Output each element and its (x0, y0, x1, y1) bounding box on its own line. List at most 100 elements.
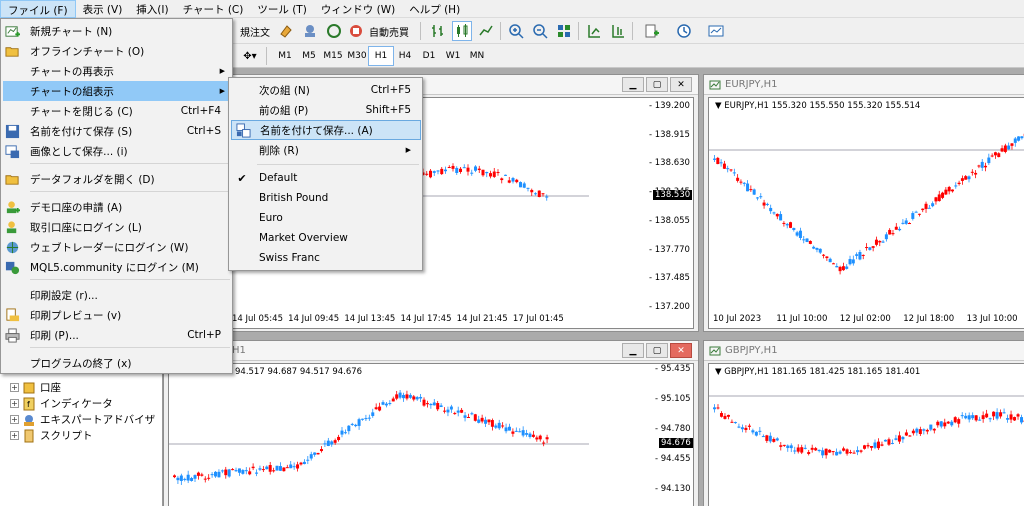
zoom-out-icon[interactable] (530, 21, 550, 41)
menu-item-print-preview[interactable]: 印刷プレビュー (v) (3, 305, 231, 325)
candle-body (723, 415, 727, 419)
ohlc-label: 94.517 94.687 94.517 94.676 (235, 367, 363, 377)
menu-help[interactable]: ヘルプ (H) (402, 0, 467, 18)
menu-item-save-image[interactable]: 画像として保存... (i) (3, 141, 231, 161)
chart-window-3-titlebar[interactable]: H1 ▁ ▢ ✕ (164, 341, 698, 361)
submenu-profile-market-overview[interactable]: Market Overview (231, 228, 421, 248)
candlestick-chart-icon[interactable] (452, 21, 472, 41)
candle-body (861, 254, 865, 256)
candle-body (732, 172, 736, 174)
submenu-profile-british-pound[interactable]: British Pound (231, 188, 421, 208)
menu-item-login-trade[interactable]: 取引口座にログイン (L) (3, 217, 231, 237)
new-order-button[interactable]: 規注文 (238, 21, 272, 41)
price-axis-label: - 95.435 (655, 364, 691, 374)
candle-body (824, 448, 828, 456)
timeframe-w1[interactable]: W1 (440, 46, 466, 66)
candle-body (835, 451, 839, 456)
timeframe-h1[interactable]: H1 (368, 46, 394, 66)
menu-item-offline-chart[interactable]: オフラインチャート (O) (3, 41, 231, 61)
chart-window-3[interactable]: H1 ▁ ▢ ✕ 94.517 94.687 94.517 94.676 - 9… (163, 340, 699, 506)
web-trader-icon (6, 241, 18, 253)
timeframe-mn[interactable]: MN (464, 46, 490, 66)
timeframe-m30[interactable]: M30 (344, 46, 370, 66)
bar-chart-icon[interactable] (428, 21, 448, 41)
nav-scripts[interactable]: + スクリプト (10, 428, 93, 443)
menu-item-exit[interactable]: プログラムの終了 (x) (3, 353, 231, 373)
menu-file[interactable]: ファイル (F) (0, 0, 76, 18)
periods-icon[interactable] (670, 21, 698, 41)
submenu-save-profile-as[interactable]: 名前を付けて保存... (A) (231, 120, 421, 140)
zoom-in-icon[interactable] (506, 21, 526, 41)
candle-body (726, 414, 730, 417)
menu-item-profiles[interactable]: チャートの組表示 ▶ (3, 81, 231, 101)
submenu-profile-default[interactable]: ✔ Default (231, 168, 421, 188)
menu-tools[interactable]: ツール (T) (250, 0, 313, 18)
menu-item-new-chart[interactable]: 新規チャート (N) (3, 21, 231, 41)
close-button[interactable]: ✕ (670, 77, 692, 92)
timeframe-m1[interactable]: M1 (272, 46, 298, 66)
candle-body (395, 394, 399, 399)
candle-body (429, 403, 433, 406)
chart-area-3[interactable]: 94.517 94.687 94.517 94.676 - 95.435 - 95… (168, 363, 694, 506)
indicators-icon[interactable] (638, 21, 666, 41)
candle-body (541, 193, 545, 195)
candle-body (1003, 145, 1007, 152)
submenu-profile-swiss-franc[interactable]: Swiss Franc (231, 248, 421, 268)
login-icon (6, 220, 16, 233)
timeframe-m15[interactable]: M15 (320, 46, 346, 66)
menu-item-print[interactable]: 印刷 (P)... Ctrl+P (3, 325, 231, 345)
chart-window-4-titlebar[interactable]: GBPJPY,H1 (704, 341, 1024, 361)
maximize-button[interactable]: ▢ (646, 343, 668, 358)
auto-trading-icon[interactable] (346, 21, 366, 41)
candle-body (473, 414, 477, 421)
market-icon[interactable] (324, 21, 344, 41)
candle-body (521, 430, 525, 436)
timeframe-h4[interactable]: H4 (392, 46, 418, 66)
chart-window-4[interactable]: GBPJPY,H1 ▼ GBPJPY,H1 181.165 181.425 18… (703, 340, 1024, 506)
menu-item-login-web-trader[interactable]: ウェブトレーダーにログイン (W) (3, 237, 231, 257)
menu-insert[interactable]: 挿入(I) (129, 0, 175, 18)
submenu-delete-profile[interactable]: 削除 (R) ▶ (231, 140, 421, 160)
menu-view[interactable]: 表示 (V) (76, 0, 130, 18)
auto-trading-button[interactable]: 自動売買 (366, 21, 412, 41)
templates-icon[interactable] (702, 21, 730, 41)
candle-body (528, 433, 532, 437)
menu-item-print-setup[interactable]: 印刷設定 (r)... (3, 285, 231, 305)
candle-body (901, 436, 905, 440)
menu-item-save-as[interactable]: 名前を付けて保存 (S) Ctrl+S (3, 121, 231, 141)
chart-area-4[interactable]: ▼ GBPJPY,H1 181.165 181.425 181.165 181.… (708, 363, 1024, 506)
close-button[interactable]: ✕ (670, 343, 692, 358)
menu-item-close-chart[interactable]: チャートを閉じる (C) Ctrl+F4 (3, 101, 231, 121)
tile-windows-icon[interactable] (554, 21, 574, 41)
menu-window[interactable]: ウィンドウ (W) (314, 0, 402, 18)
minimize-button[interactable]: ▁ (622, 343, 644, 358)
menu-item-demo-account[interactable]: デモ口座の申請 (A) (3, 197, 231, 217)
chart-shift-icon[interactable] (608, 21, 628, 41)
submenu-next-profile[interactable]: 次の組 (N) Ctrl+F5 (231, 80, 421, 100)
drawing-tools-icon[interactable]: ✥▾ (238, 46, 262, 66)
line-chart-icon[interactable] (476, 21, 496, 41)
menu-chart[interactable]: チャート (C) (176, 0, 251, 18)
menu-item-open-data-folder[interactable]: データフォルダを開く (D) (3, 169, 231, 189)
minimize-button[interactable]: ▁ (622, 77, 644, 92)
candle-body (1013, 417, 1017, 421)
menu-item-reopen-chart[interactable]: チャートの再表示 ▶ (3, 61, 231, 81)
history-icon[interactable] (276, 21, 296, 41)
chart-window-2-titlebar[interactable]: EURJPY,H1 (704, 75, 1024, 95)
maximize-button[interactable]: ▢ (646, 77, 668, 92)
nav-indicators[interactable]: + f インディケータ (10, 396, 113, 411)
ohlc-label: ▼ GBPJPY,H1 181.165 181.425 181.165 181.… (715, 367, 921, 377)
nav-expert-advisors[interactable]: + エキスパートアドバイザ (10, 412, 155, 427)
nav-accounts[interactable]: + 口座 (10, 380, 61, 395)
submenu-profile-euro[interactable]: Euro (231, 208, 421, 228)
timeframe-d1[interactable]: D1 (416, 46, 442, 66)
signals-icon[interactable] (300, 21, 320, 41)
candle-body (474, 166, 477, 171)
timeframe-m5[interactable]: M5 (296, 46, 322, 66)
submenu-prev-profile[interactable]: 前の組 (P) Shift+F5 (231, 100, 421, 120)
menu-item-login-mql5[interactable]: MQL5.community にログイン (M) (3, 257, 231, 277)
candle-body (960, 178, 964, 181)
chart-area-2[interactable]: ▼ EURJPY,H1 155.320 155.550 155.320 155.… (708, 97, 1024, 329)
chart-window-2[interactable]: EURJPY,H1 ▼ EURJPY,H1 155.320 155.550 15… (703, 74, 1024, 332)
autoscroll-icon[interactable] (584, 21, 604, 41)
